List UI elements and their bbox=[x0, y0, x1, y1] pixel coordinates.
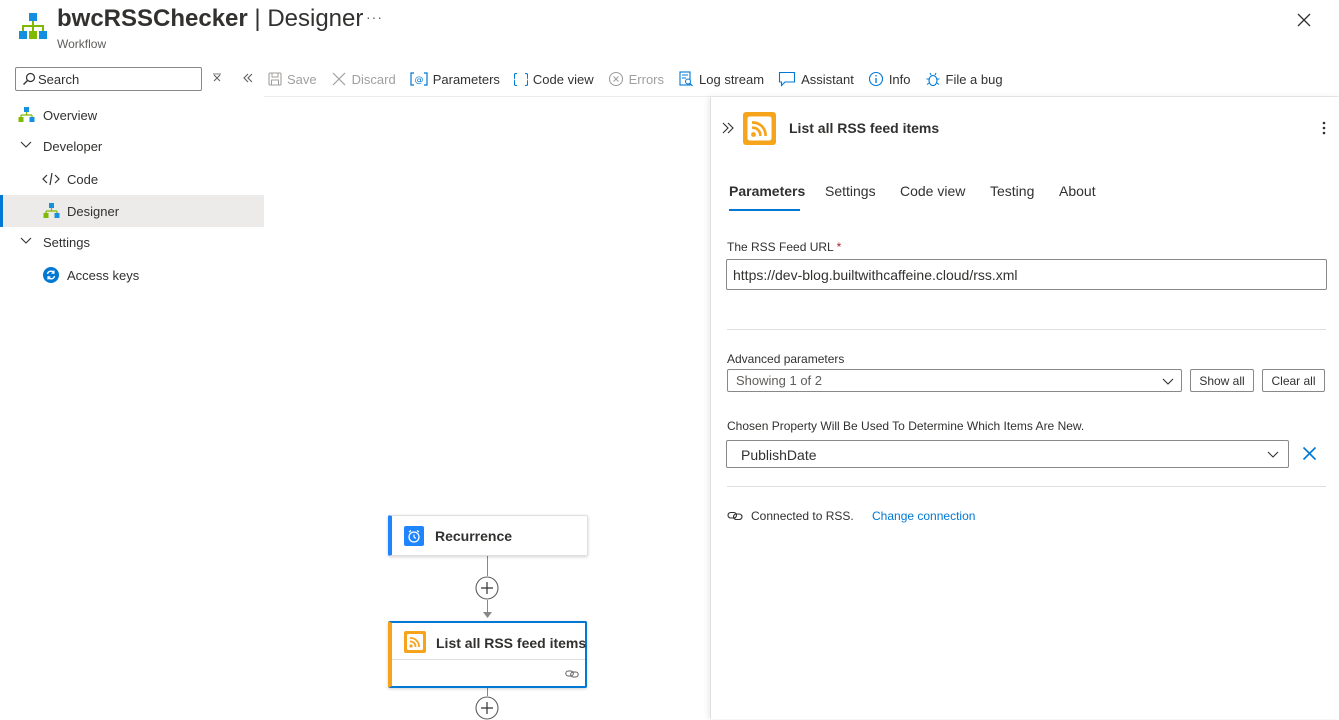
rss-action-title: List all RSS feed items bbox=[436, 635, 587, 651]
sidebar-item-label: Code bbox=[67, 171, 99, 187]
file-bug-button[interactable]: File a bug bbox=[925, 71, 1003, 87]
file-bug-label: File a bug bbox=[945, 71, 1003, 87]
code-view-button[interactable]: { } Code view bbox=[514, 71, 594, 88]
assistant-button[interactable]: Assistant bbox=[778, 71, 854, 87]
access-keys-icon bbox=[43, 267, 59, 283]
chevron-down-icon bbox=[20, 141, 32, 149]
rss-action-card[interactable]: List all RSS feed items bbox=[388, 621, 587, 688]
sidebar-item-label: Overview bbox=[43, 107, 98, 123]
save-label: Save bbox=[287, 71, 317, 87]
page-title: bwcRSSChecker | Designer bbox=[57, 5, 364, 32]
errors-icon bbox=[608, 71, 629, 87]
arrow-down-icon bbox=[482, 611, 493, 619]
sidebar-item-code[interactable]: Code bbox=[0, 163, 264, 195]
rss-icon bbox=[404, 631, 426, 653]
tab-parameters[interactable]: Parameters bbox=[729, 183, 805, 199]
more-options-button[interactable]: ··· bbox=[366, 9, 383, 25]
parameters-label: Parameters bbox=[432, 71, 500, 87]
clear-search-icon[interactable] bbox=[212, 73, 222, 83]
tab-settings[interactable]: Settings bbox=[825, 183, 876, 199]
recurrence-card[interactable]: Recurrence bbox=[388, 515, 588, 556]
tab-about[interactable]: About bbox=[1059, 183, 1096, 199]
workflow-icon bbox=[18, 107, 35, 123]
sidebar-item-label: Developer bbox=[43, 138, 103, 154]
svg-text:{ }: { } bbox=[514, 72, 528, 87]
discard-button[interactable]: Discard bbox=[331, 71, 396, 87]
chosen-property-dropdown[interactable]: PublishDate bbox=[726, 440, 1289, 468]
connector-line bbox=[487, 688, 488, 696]
chevron-down-icon bbox=[1162, 378, 1174, 385]
info-icon bbox=[868, 71, 889, 87]
rss-icon bbox=[743, 112, 776, 145]
chosen-property-label: Chosen Property Will Be Used To Determin… bbox=[727, 419, 1085, 433]
chosen-property-value: PublishDate bbox=[741, 447, 817, 463]
card-divider bbox=[392, 659, 585, 660]
errors-button[interactable]: Errors bbox=[608, 71, 664, 87]
log-stream-button[interactable]: Log stream bbox=[678, 71, 764, 87]
advanced-parameters-dropdown[interactable]: Showing 1 of 2 bbox=[727, 369, 1182, 392]
parameters-button[interactable]: @ Parameters bbox=[410, 72, 500, 87]
collapse-icon[interactable] bbox=[242, 72, 254, 84]
workflow-icon bbox=[18, 12, 48, 42]
recurrence-title: Recurrence bbox=[435, 528, 513, 544]
plus-icon[interactable] bbox=[475, 696, 499, 720]
sidebar-item-label: Designer bbox=[67, 203, 120, 219]
page-subtitle: Workflow bbox=[57, 37, 107, 51]
assistant-label: Assistant bbox=[801, 71, 854, 87]
code-icon bbox=[42, 172, 60, 186]
assistant-icon bbox=[778, 71, 801, 87]
advanced-parameters-value: Showing 1 of 2 bbox=[736, 373, 823, 388]
bug-icon bbox=[925, 71, 946, 87]
designer-icon bbox=[43, 203, 60, 219]
discard-icon bbox=[331, 71, 352, 87]
sidebar-item-label: Settings bbox=[43, 234, 90, 250]
link-icon bbox=[565, 669, 579, 679]
save-button[interactable]: Save bbox=[268, 72, 317, 87]
connector-line bbox=[487, 556, 488, 576]
rss-url-input[interactable] bbox=[726, 259, 1327, 290]
close-icon[interactable] bbox=[1296, 12, 1312, 28]
section-divider bbox=[727, 329, 1326, 330]
advanced-parameters-label: Advanced parameters bbox=[727, 352, 845, 366]
link-icon bbox=[727, 510, 743, 522]
chevron-down-icon bbox=[20, 237, 32, 245]
panel-title[interactable]: List all RSS feed items bbox=[789, 120, 939, 136]
log-stream-label: Log stream bbox=[699, 71, 765, 87]
show-all-button[interactable]: Show all bbox=[1190, 369, 1254, 392]
search-icon bbox=[22, 72, 36, 86]
sidebar-item-label: Access keys bbox=[67, 267, 140, 283]
log-stream-icon bbox=[678, 71, 699, 87]
save-icon bbox=[268, 72, 287, 86]
sidebar-group-settings[interactable]: Settings bbox=[0, 226, 264, 258]
sidebar-item-access-keys[interactable]: Access keys bbox=[0, 259, 264, 291]
active-tab-indicator bbox=[729, 209, 800, 211]
clock-icon bbox=[404, 526, 424, 546]
clear-all-button[interactable]: Clear all bbox=[1262, 369, 1325, 392]
sidebar-item-designer[interactable]: Designer bbox=[0, 195, 264, 227]
parameters-icon: @ bbox=[410, 72, 433, 86]
search-box[interactable] bbox=[15, 67, 202, 91]
tab-testing[interactable]: Testing bbox=[990, 183, 1034, 199]
discard-label: Discard bbox=[351, 71, 396, 87]
remove-parameter-icon[interactable] bbox=[1302, 446, 1317, 461]
command-bar: Save Discard @ Parameters { } Code view … bbox=[268, 68, 1017, 90]
kebab-icon[interactable] bbox=[1321, 120, 1327, 136]
code-view-icon: { } bbox=[514, 71, 533, 87]
info-button[interactable]: Info bbox=[868, 71, 911, 87]
plus-icon[interactable] bbox=[475, 576, 499, 600]
section-divider bbox=[727, 486, 1326, 487]
rss-url-label: The RSS Feed URL * bbox=[727, 240, 842, 254]
expand-icon[interactable] bbox=[721, 122, 735, 134]
sidebar-group-developer[interactable]: Developer bbox=[0, 130, 264, 162]
errors-label: Errors bbox=[628, 71, 665, 87]
sidebar-item-overview[interactable]: Overview bbox=[0, 99, 264, 131]
code-view-label: Code view bbox=[532, 71, 594, 87]
change-connection-link[interactable]: Change connection bbox=[872, 509, 975, 523]
connection-status: Connected to RSS. bbox=[751, 509, 854, 523]
chevron-down-icon bbox=[1267, 451, 1279, 458]
svg-text:@: @ bbox=[414, 76, 423, 86]
info-label: Info bbox=[888, 71, 911, 87]
tab-code-view[interactable]: Code view bbox=[900, 183, 965, 199]
search-input[interactable] bbox=[38, 69, 198, 89]
